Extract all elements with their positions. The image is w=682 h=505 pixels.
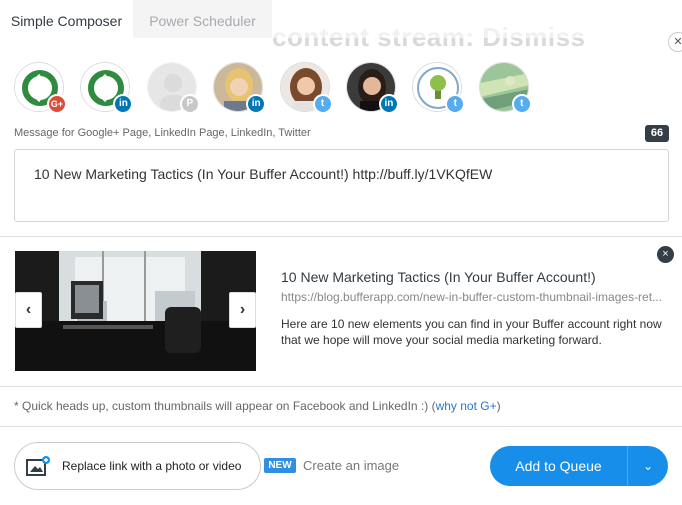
add-photo-icon bbox=[26, 456, 50, 476]
divider bbox=[0, 236, 682, 237]
twitter-icon: t bbox=[445, 94, 466, 114]
linkedin-icon: in bbox=[378, 94, 399, 114]
thumbnail-hint: * Quick heads up, custom thumbnails will… bbox=[14, 399, 501, 413]
new-badge: NEW bbox=[264, 458, 296, 473]
remove-attachment-icon[interactable]: × bbox=[657, 246, 674, 263]
pinterest-icon: P bbox=[179, 94, 200, 114]
profile-avatar-8[interactable]: t bbox=[478, 62, 532, 114]
profile-list: G+ in P in t in t t bbox=[14, 62, 545, 114]
tab-strip-overlay bbox=[272, 0, 682, 38]
linkedin-icon: in bbox=[246, 94, 267, 114]
profile-avatar-7[interactable]: t bbox=[412, 62, 466, 114]
linkedin-icon: in bbox=[113, 94, 134, 114]
composer-tabs: Simple Composer Power Scheduler bbox=[0, 0, 272, 38]
close-composer-icon[interactable]: ✕ bbox=[668, 32, 682, 52]
replace-link-with-photo-button[interactable]: Replace link with a photo or video bbox=[14, 442, 261, 490]
divider bbox=[0, 426, 682, 427]
twitter-icon: t bbox=[312, 94, 333, 114]
link-preview-title[interactable]: 10 New Marketing Tactics (In Your Buffer… bbox=[281, 269, 596, 285]
google-plus-icon: G+ bbox=[47, 94, 67, 114]
character-count-badge: 66 bbox=[645, 125, 669, 142]
link-thumbnail-image bbox=[15, 251, 256, 371]
create-image-link[interactable]: Create an image bbox=[303, 458, 399, 473]
tab-power-scheduler[interactable]: Power Scheduler bbox=[133, 0, 272, 38]
queue-options-chevron-down-icon[interactable]: ⌄ bbox=[628, 446, 668, 486]
photo-button-label: Replace link with a photo or video bbox=[62, 459, 242, 473]
profile-avatar-5[interactable]: t bbox=[279, 62, 333, 114]
thumbnail-prev-button[interactable]: ‹ bbox=[15, 292, 42, 328]
hint-close-paren: ) bbox=[496, 399, 501, 413]
profile-avatar-6[interactable]: in bbox=[345, 62, 399, 114]
add-to-queue-button[interactable]: Add to Queue bbox=[490, 446, 627, 486]
tab-simple-composer[interactable]: Simple Composer bbox=[0, 0, 133, 38]
twitter-icon: t bbox=[511, 94, 532, 114]
thumbnail-next-button[interactable]: › bbox=[229, 292, 256, 328]
profile-avatar-2[interactable]: in bbox=[80, 62, 134, 114]
profile-avatar-4[interactable]: in bbox=[213, 62, 267, 114]
link-preview-description[interactable]: Here are 10 new elements you can find in… bbox=[281, 316, 666, 348]
add-to-queue-button-group: Add to Queue ⌄ bbox=[490, 446, 668, 486]
profile-avatar-1[interactable]: G+ bbox=[14, 62, 67, 114]
divider bbox=[0, 386, 682, 387]
hint-text: * Quick heads up, custom thumbnails will… bbox=[14, 399, 436, 413]
why-not-gplus-link[interactable]: why not G+ bbox=[436, 399, 497, 413]
link-preview-url: https://blog.bufferapp.com/new-in-buffer… bbox=[281, 290, 663, 304]
message-label: Message for Google+ Page, LinkedIn Page,… bbox=[14, 127, 311, 139]
message-textarea[interactable]: 10 New Marketing Tactics (In Your Buffer… bbox=[14, 149, 669, 222]
profile-avatar-3[interactable]: P bbox=[146, 62, 200, 114]
